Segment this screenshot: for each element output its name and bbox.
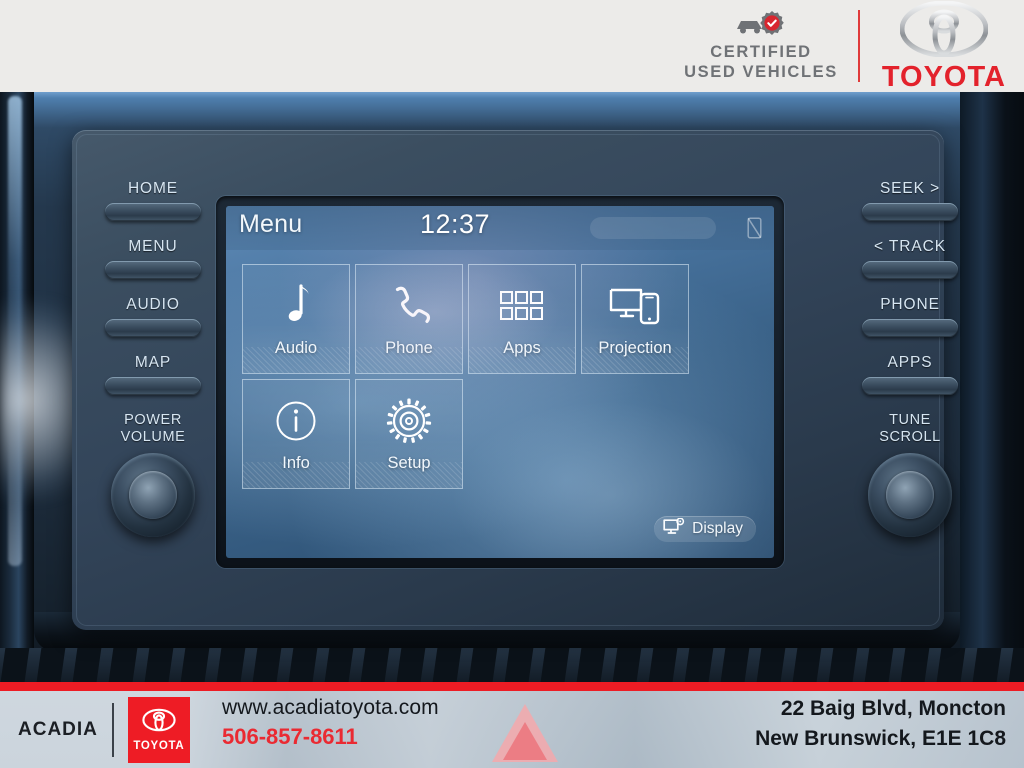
certified-label-line1: CERTIFIED	[710, 43, 812, 62]
toyota-emblem-icon	[899, 0, 989, 62]
right-button-column: SEEK > < TRACK PHONE APPS TUNE SCROLL	[845, 180, 975, 538]
dealer-logo-divider	[111, 702, 114, 757]
tune-scroll-label-line2: SCROLL	[879, 428, 941, 445]
no-device-slashed-icon	[747, 217, 762, 239]
toyota-brand-logo: TOYOTA	[881, 0, 1006, 93]
tile-label-phone: Phone	[385, 339, 433, 357]
screen-bezel: Menu 12:37 Audio Phone Apps Projection I…	[216, 196, 784, 568]
hw-button-group-home[interactable]: HOME	[88, 180, 218, 221]
gear-icon	[386, 390, 432, 452]
tile-info[interactable]: Info	[242, 379, 350, 489]
tile-label-info: Info	[282, 454, 310, 472]
hw-button-label-home: HOME	[127, 180, 179, 197]
monitor-settings-icon	[663, 516, 685, 541]
dealer-name: ACADIA	[18, 718, 98, 740]
tile-setup[interactable]: Setup	[355, 379, 463, 489]
hw-button-apps[interactable]	[862, 377, 958, 395]
touchscreen-display[interactable]: Menu 12:37 Audio Phone Apps Projection I…	[226, 206, 774, 558]
tile-label-apps: Apps	[503, 339, 541, 357]
certified-car-badge-icon	[733, 10, 789, 41]
display-button-label: Display	[692, 520, 743, 537]
dealer-address-line2: New Brunswick, E1E 1C8	[755, 727, 1006, 751]
top-branding-band: CERTIFIED USED VEHICLES TOYOTA	[0, 0, 1024, 92]
music-note-icon	[278, 275, 314, 337]
footer-red-divider	[0, 682, 1024, 691]
info-circle-icon	[274, 390, 318, 452]
status-pill	[590, 217, 716, 239]
hw-button-group-audio[interactable]: AUDIO	[88, 296, 218, 337]
tile-label-audio: Audio	[274, 339, 318, 357]
tile-label-projection: Projection	[598, 339, 672, 357]
screenshot-root: CERTIFIED USED VEHICLES TOYOTA HOME MENU…	[0, 0, 1024, 768]
dealer-address-line1: 22 Baig Blvd, Moncton	[780, 697, 1006, 720]
tune-scroll-label-line1: TUNE	[889, 412, 931, 428]
power-volume-label-line2: VOLUME	[120, 428, 186, 445]
hw-button-menu[interactable]	[105, 261, 201, 279]
dealer-contact-block: www.acadiatoyota.com 506-857-8611	[222, 694, 439, 751]
hw-button-audio[interactable]	[105, 319, 201, 337]
hw-button-phone[interactable]	[862, 319, 958, 337]
hw-button-group-menu[interactable]: MENU	[88, 238, 218, 279]
hw-button-group-seek[interactable]: SEEK >	[845, 180, 975, 221]
certified-used-vehicles-logo: CERTIFIED USED VEHICLES	[684, 10, 860, 82]
dealer-address-block: 22 Baig Blvd, Moncton New Brunswick, E1E…	[755, 694, 1006, 755]
hw-button-label-apps: APPS	[887, 354, 933, 371]
dealer-logo-group: ACADIA TOYOTA	[18, 691, 190, 768]
dealer-phone[interactable]: 506-857-8611	[222, 722, 439, 751]
tile-label-setup: Setup	[387, 454, 431, 472]
tune-scroll-knob[interactable]	[868, 453, 952, 538]
hw-button-track[interactable]	[862, 261, 958, 279]
left-button-column: HOME MENU AUDIO MAP POWER VOLUME	[88, 180, 218, 538]
footer-toyota-logo: TOYOTA	[127, 696, 190, 763]
certified-label-line2: USED VEHICLES	[684, 62, 838, 81]
hw-button-seek[interactable]	[862, 203, 958, 221]
screen-mirroring-icon	[608, 275, 662, 337]
display-settings-button[interactable]: Display	[654, 516, 756, 542]
hazard-triangle-inner	[503, 722, 547, 760]
hw-button-group-apps[interactable]: APPS	[845, 354, 975, 395]
dealer-website[interactable]: www.acadiatoyota.com	[222, 694, 439, 722]
tile-apps[interactable]: Apps	[468, 264, 576, 374]
hw-button-home[interactable]	[105, 203, 201, 221]
hw-button-group-map[interactable]: MAP	[88, 354, 218, 395]
power-volume-label-line1: POWER	[124, 412, 182, 428]
toyota-emblem-icon	[142, 708, 176, 737]
hw-button-label-phone: PHONE	[880, 296, 940, 313]
screen-status-bar: Menu 12:37	[226, 206, 774, 250]
toyota-wordmark: TOYOTA	[881, 60, 1006, 93]
hw-button-label-map: MAP	[134, 354, 172, 371]
power-volume-knob-group[interactable]: POWER VOLUME	[88, 412, 218, 538]
app-grid-icon	[499, 275, 545, 337]
hw-button-group-track[interactable]: < TRACK	[845, 238, 975, 279]
tile-projection[interactable]: Projection	[581, 264, 689, 374]
footer-toyota-wordmark: TOYOTA	[133, 739, 185, 752]
tile-audio[interactable]: Audio	[242, 264, 350, 374]
menu-tile-grid: Audio Phone Apps Projection Info Setup	[242, 264, 689, 489]
hw-button-label-seek: SEEK >	[879, 180, 941, 197]
hw-button-map[interactable]	[105, 377, 201, 395]
hw-button-label-track: < TRACK	[874, 238, 946, 255]
hw-button-label-menu: MENU	[128, 238, 178, 255]
hw-button-label-audio: AUDIO	[126, 296, 180, 313]
phone-handset-icon	[386, 275, 432, 337]
tile-phone[interactable]: Phone	[355, 264, 463, 374]
hw-button-group-phone[interactable]: PHONE	[845, 296, 975, 337]
power-volume-knob[interactable]	[111, 453, 195, 538]
tune-scroll-knob-group[interactable]: TUNE SCROLL	[845, 412, 975, 538]
